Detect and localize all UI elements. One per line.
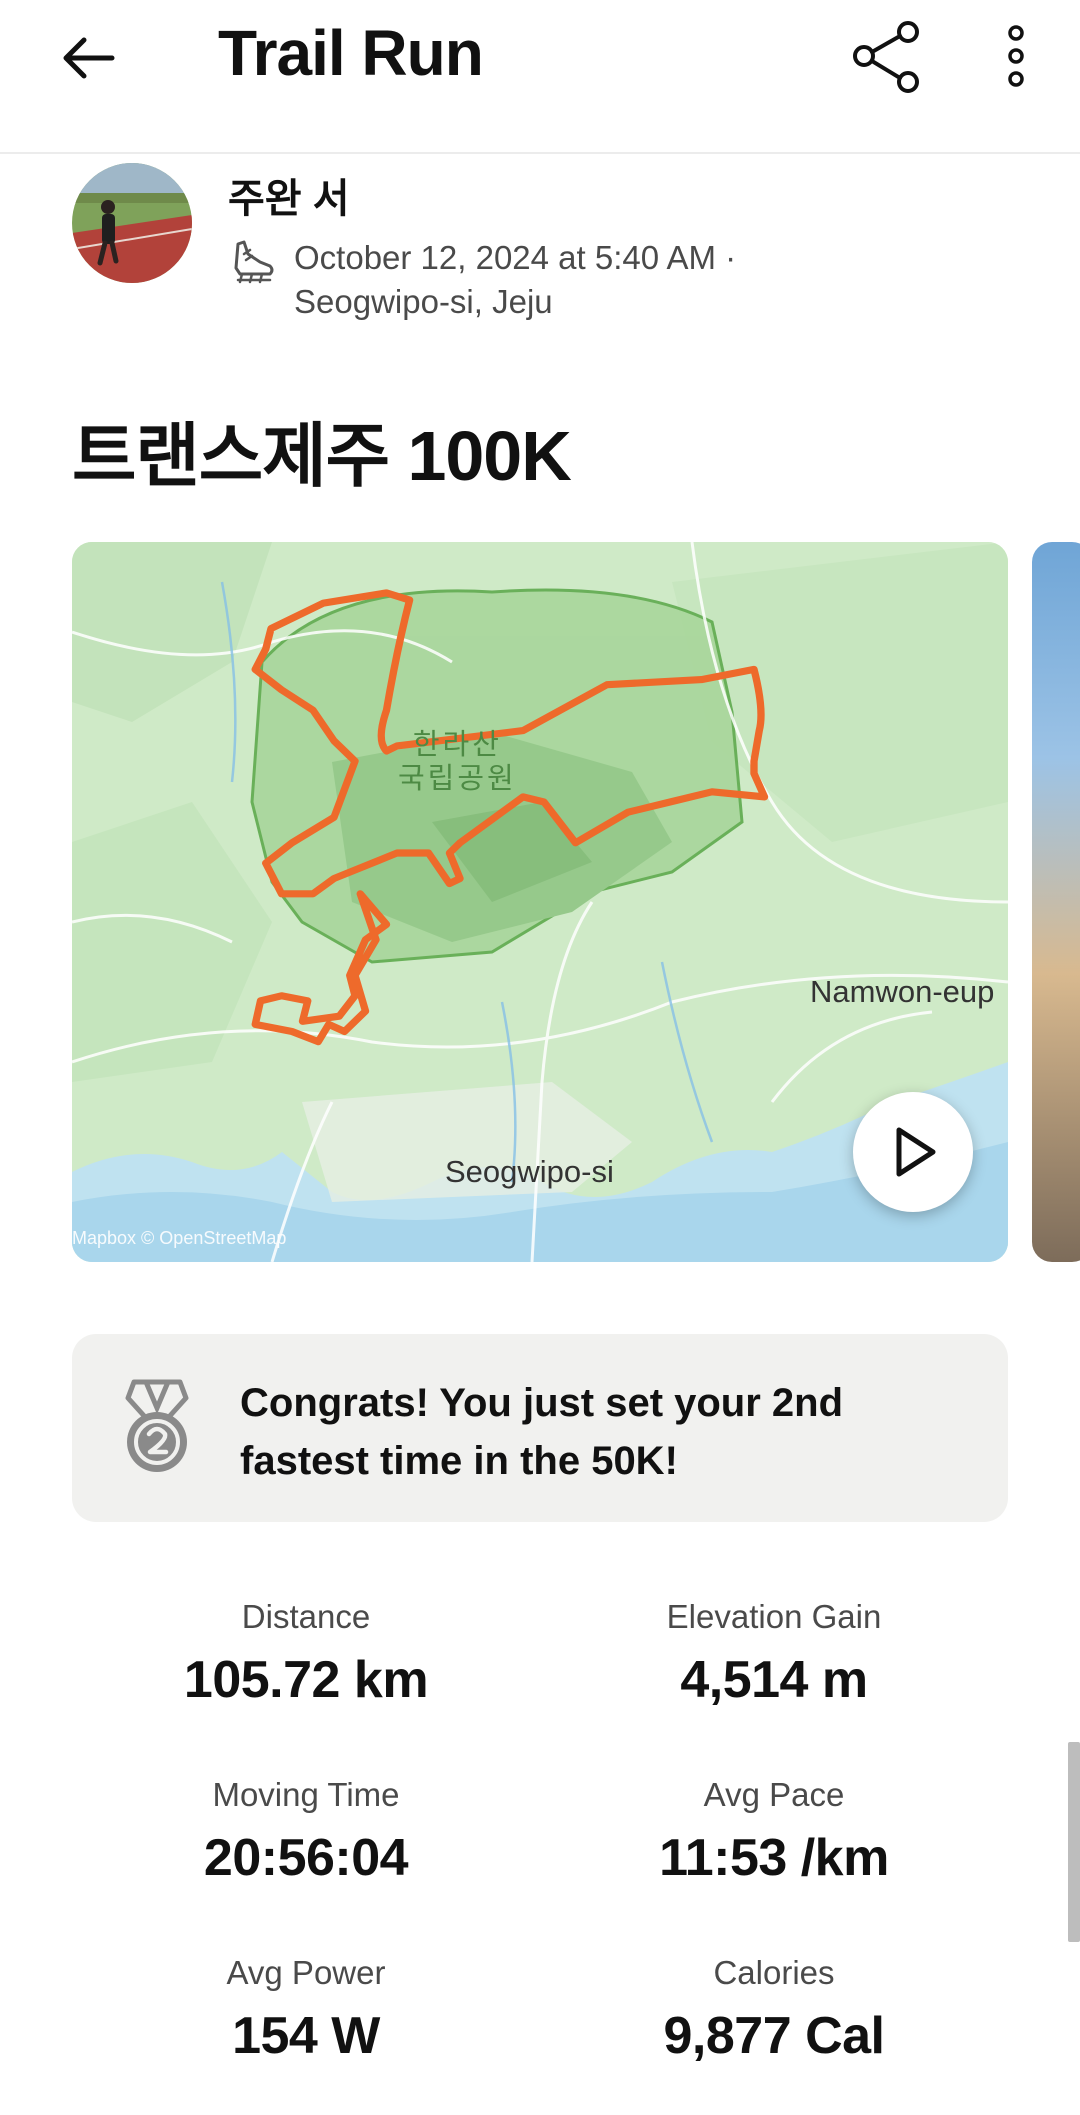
arrow-left-icon xyxy=(63,37,115,79)
activity-title: 트랜스제주 100K xyxy=(72,417,572,495)
stat-label: Calories xyxy=(713,1954,835,1991)
stat-value: 4,514 m xyxy=(680,1651,868,1709)
page-title: Trail Run xyxy=(218,17,484,89)
stat-value: 11:53 /km xyxy=(659,1829,889,1887)
stat-label: Avg Pace xyxy=(703,1776,845,1813)
share-button[interactable] xyxy=(848,18,928,98)
athlete-name[interactable]: 주완 서 xyxy=(228,166,350,224)
stat-label: Distance xyxy=(241,1598,371,1635)
activity-location: Seogwipo-si, Jeju xyxy=(294,283,553,320)
stat-value: 9,877 Cal xyxy=(663,2007,886,2065)
play-flyover-button[interactable] xyxy=(853,1092,973,1212)
avatar-photo xyxy=(72,163,192,283)
more-vertical-icon xyxy=(1008,25,1024,87)
stat-distance: Distance 105.72 km xyxy=(72,1598,540,1710)
stat-avg-power: Avg Power 154 W xyxy=(72,1954,540,2066)
stat-label: Avg Power xyxy=(226,1954,386,1991)
stat-value: 154 W xyxy=(232,2007,380,2065)
activity-photo-thumbnail[interactable] xyxy=(1032,542,1080,1262)
play-icon xyxy=(896,1127,936,1177)
map-attribution[interactable]: Mapbox © OpenStreetMap xyxy=(72,1228,286,1249)
park-label: 한라산 국립공원 xyxy=(398,728,517,796)
share-icon xyxy=(853,21,919,93)
achievement-banner[interactable]: Congrats! You just set your 2nd fastest … xyxy=(72,1334,1008,1522)
route-map[interactable]: 한라산 국립공원 Namwon-eup Seogwipo-si Mapbox ©… xyxy=(72,542,1008,1262)
activity-datetime: October 12, 2024 at 5:40 AM · xyxy=(294,239,737,276)
stat-value: 105.72 km xyxy=(183,1651,429,1709)
app-bar: Trail Run xyxy=(0,0,1080,154)
more-options-button[interactable] xyxy=(990,18,1040,98)
park-label-line2: 국립공원 xyxy=(398,763,517,795)
stat-avg-pace: Avg Pace 11:53 /km xyxy=(540,1776,1008,1888)
activity-meta: October 12, 2024 at 5:40 AM · Seogwipo-s… xyxy=(294,236,894,324)
stat-moving-time: Moving Time 20:56:04 xyxy=(72,1776,540,1888)
achievement-text: Congrats! You just set your 2nd fastest … xyxy=(240,1381,844,1483)
stat-elevation-gain: Elevation Gain 4,514 m xyxy=(540,1598,1008,1710)
map-label-seogwipo: Seogwipo-si xyxy=(445,1154,614,1189)
medal-2nd-icon xyxy=(125,1379,189,1472)
back-button[interactable] xyxy=(52,28,124,88)
stat-calories: Calories 9,877 Cal xyxy=(540,1954,1008,2066)
park-label-line1: 한라산 xyxy=(412,729,502,761)
map-label-namwon: Namwon-eup xyxy=(810,974,995,1009)
scrollbar[interactable] xyxy=(1068,1742,1080,1942)
stat-label: Elevation Gain xyxy=(666,1598,882,1635)
stat-value: 20:56:04 xyxy=(203,1829,409,1887)
trail-shoe-icon xyxy=(234,240,274,284)
athlete-avatar[interactable] xyxy=(72,163,192,283)
stat-label: Moving Time xyxy=(212,1776,400,1813)
